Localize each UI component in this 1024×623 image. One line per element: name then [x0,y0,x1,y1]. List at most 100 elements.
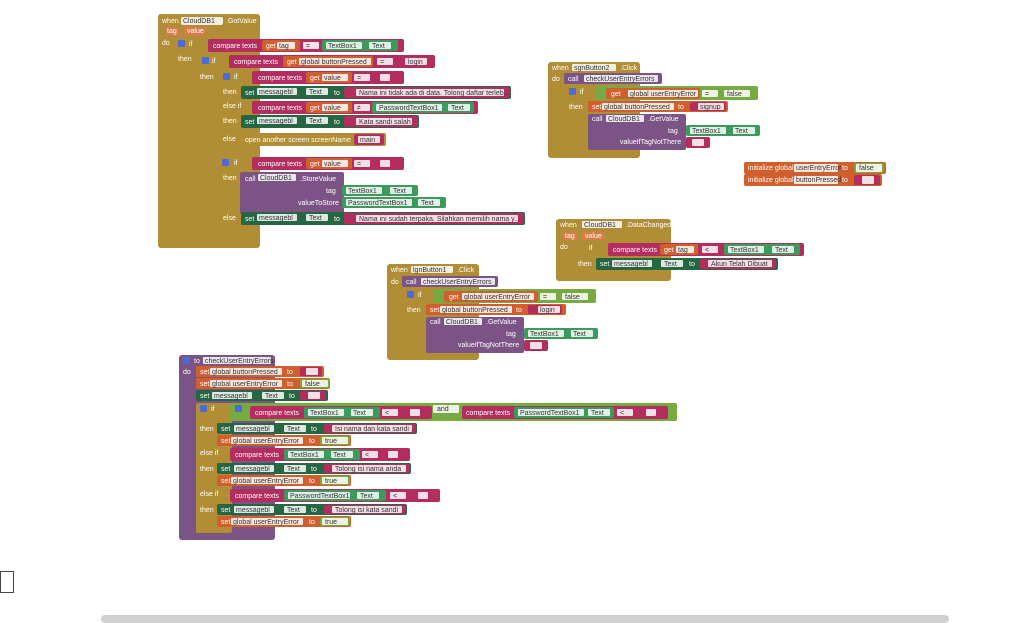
svg-text:do: do [560,244,568,251]
svg-text:global userEntryError: global userEntryError [630,91,697,98]
event-block-sgnbutton2-click[interactable]: when sgnButton2 .Click do call checkUser… [548,62,760,158]
svg-text:.StoreValue: .StoreValue [300,176,336,183]
svg-text:set: set [221,478,230,485]
svg-text:to: to [311,426,317,433]
svg-text:to: to [842,177,848,184]
svg-text:Text: Text [451,105,464,112]
svg-text:initialize global: initialize global [748,165,794,172]
svg-text:value: value [585,233,602,240]
workspace-control-box[interactable] [0,571,14,593]
svg-text:<: < [620,410,624,417]
svg-text:=: = [306,43,310,50]
svg-text:Text: Text [309,215,322,222]
svg-text:to: to [287,369,293,376]
svg-text:if: if [211,406,215,413]
svg-text:else if: else if [223,103,241,110]
svg-text:Isi nama dan kata sandi: Isi nama dan kata sandi [335,426,409,433]
svg-text:valueIfTagNotThere: valueIfTagNotThere [458,342,519,349]
svg-text:set: set [245,119,254,126]
svg-text:do: do [391,279,399,286]
svg-text:global buttonPressed: global buttonPressed [301,59,367,66]
svg-text:then: then [200,466,214,473]
svg-text:get: get [266,43,276,50]
svg-text:if: if [418,292,422,299]
svg-text:get: get [310,75,320,82]
svg-text:do: do [162,40,170,47]
svg-text:set: set [245,90,254,97]
svg-text:<: < [393,493,397,500]
svg-text:value: value [324,75,341,82]
svg-text:global userEntryError: global userEntryError [464,294,531,301]
svg-text:TextBox1: TextBox1 [730,247,759,254]
svg-text:else: else [223,136,236,143]
svg-text:global buttonPressed: global buttonPressed [442,307,508,314]
svg-text:Text: Text [287,426,300,433]
svg-text:to: to [309,438,315,445]
horizontal-scrollbar[interactable] [101,615,949,623]
svg-text:get: get [287,59,297,66]
svg-text:Text: Text [265,393,278,400]
svg-text:.GetValue: .GetValue [486,319,517,326]
svg-text:compare texts: compare texts [258,105,302,112]
svg-text:PasswordTextBox1: PasswordTextBox1 [379,105,439,112]
svg-text:when: when [390,267,408,274]
svg-text:get: get [449,294,459,301]
svg-text:messagebl: messagebl [259,89,293,96]
svg-text:<: < [365,452,369,459]
svg-text:.GotValue: .GotValue [226,18,257,25]
svg-text:≠: ≠ [357,105,361,112]
svg-text:call: call [430,319,441,326]
svg-text:do: do [552,76,560,83]
event-block-clouddb1-gotvalue[interactable]: when CloudDB1 .GotValue tag value do if … [158,14,525,248]
svg-text:set: set [592,104,601,111]
svg-text:to: to [194,358,200,365]
svg-text:<: < [385,410,389,417]
svg-text:to: to [842,165,848,172]
svg-text:initialize global: initialize global [748,177,794,184]
svg-text:buttonPressed: buttonPressed [796,177,841,184]
svg-text:tag: tag [326,188,336,195]
svg-text:checkUserEntryErrors: checkUserEntryErrors [423,279,492,286]
event-block-clouddb1-datachanged[interactable]: when CloudDB1 .DataChanged tag value do … [556,219,804,281]
svg-text:=: = [705,91,709,98]
global-variable-inits[interactable]: initialize global userEntryError to fals… [744,162,886,186]
svg-text:set: set [221,438,230,445]
svg-text:true: true [325,519,337,526]
svg-text:else if: else if [200,491,218,498]
svg-text:then: then [407,307,421,314]
svg-text:else if: else if [200,450,218,457]
svg-text:value: value [324,161,341,168]
svg-text:CloudDB1: CloudDB1 [608,116,640,123]
svg-text:then: then [569,104,583,111]
svg-text:false: false [859,165,874,172]
svg-text:checkUserEntryErrors: checkUserEntryErrors [205,358,274,365]
svg-text:compare texts: compare texts [466,410,510,417]
svg-text:set: set [221,519,230,526]
svg-text:then: then [200,426,214,433]
svg-text:.Click: .Click [620,65,638,72]
svg-text:then: then [178,56,192,63]
svg-text:set: set [600,261,609,268]
svg-text:TextBox1: TextBox1 [328,43,357,50]
svg-text:Nama ini sudah terpaka. Silahk: Nama ini sudah terpaka. Silahkan memilih… [359,216,520,223]
svg-text:to: to [334,216,340,223]
svg-text:messagebl: messagebl [214,393,248,400]
svg-text:if: if [589,245,593,252]
blocks-workspace[interactable]: when CloudDB1 .GotValue tag value do if … [0,0,1024,621]
svg-text:when: when [551,65,569,72]
svg-text:TextBox1: TextBox1 [692,128,721,135]
svg-text:Text: Text [309,89,322,96]
svg-text:tag: tag [565,233,575,240]
svg-text:global buttonPressed: global buttonPressed [604,104,670,111]
svg-text:to: to [334,119,340,126]
svg-text:global userEntryError: global userEntryError [212,381,279,388]
svg-text:open another screen screenNam: open another screen screenName [245,137,351,144]
svg-text:false: false [727,91,742,98]
procedure-block-checkuserentryerrors[interactable]: to checkUserEntryErrors do set global bu… [179,355,677,540]
svg-text:signup: signup [700,104,721,111]
svg-text:login: login [408,59,423,66]
svg-text:Text: Text [775,247,788,254]
svg-text:do: do [183,369,191,376]
svg-text:if: if [234,74,238,81]
svg-text:if: if [580,89,584,96]
